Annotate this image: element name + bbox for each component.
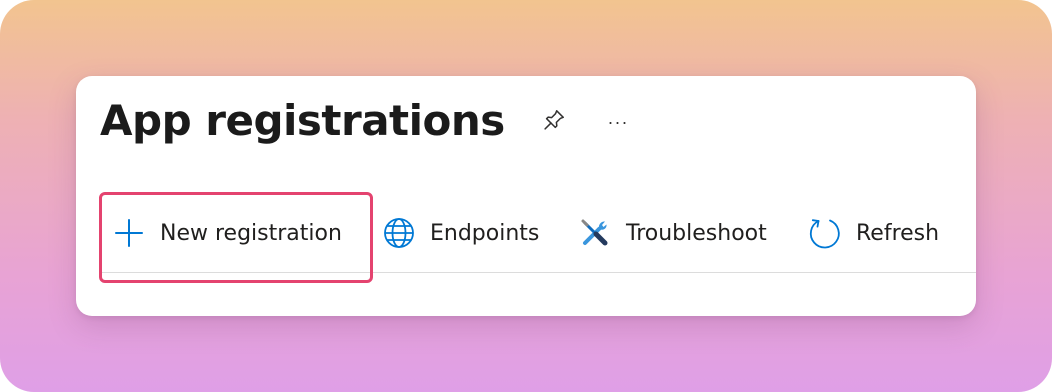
- background-frame: App registrations ··· New registration E…: [0, 0, 1052, 392]
- refresh-label: Refresh: [856, 220, 940, 246]
- title-row: App registrations: [100, 94, 505, 148]
- wrench-screwdriver-icon: [578, 216, 612, 250]
- pin-button[interactable]: [538, 106, 570, 138]
- page-title: App registrations: [100, 96, 505, 145]
- troubleshoot-label: Troubleshoot: [626, 220, 767, 246]
- plus-icon: [112, 216, 146, 250]
- globe-icon: [382, 216, 416, 250]
- refresh-icon: [808, 216, 842, 250]
- new-registration-button[interactable]: New registration: [112, 194, 342, 272]
- endpoints-button[interactable]: Endpoints: [382, 194, 539, 272]
- more-options-icon: ···: [607, 111, 629, 132]
- command-bar: New registration Endpoints Troubleshoot …: [100, 194, 976, 273]
- troubleshoot-button[interactable]: Troubleshoot: [578, 194, 767, 272]
- pin-icon: [541, 107, 567, 138]
- app-registrations-panel: App registrations ··· New registration E…: [76, 76, 976, 316]
- more-options-button[interactable]: ···: [602, 106, 634, 138]
- endpoints-label: Endpoints: [430, 220, 540, 246]
- refresh-button[interactable]: Refresh: [808, 194, 939, 272]
- new-registration-label: New registration: [160, 220, 342, 246]
